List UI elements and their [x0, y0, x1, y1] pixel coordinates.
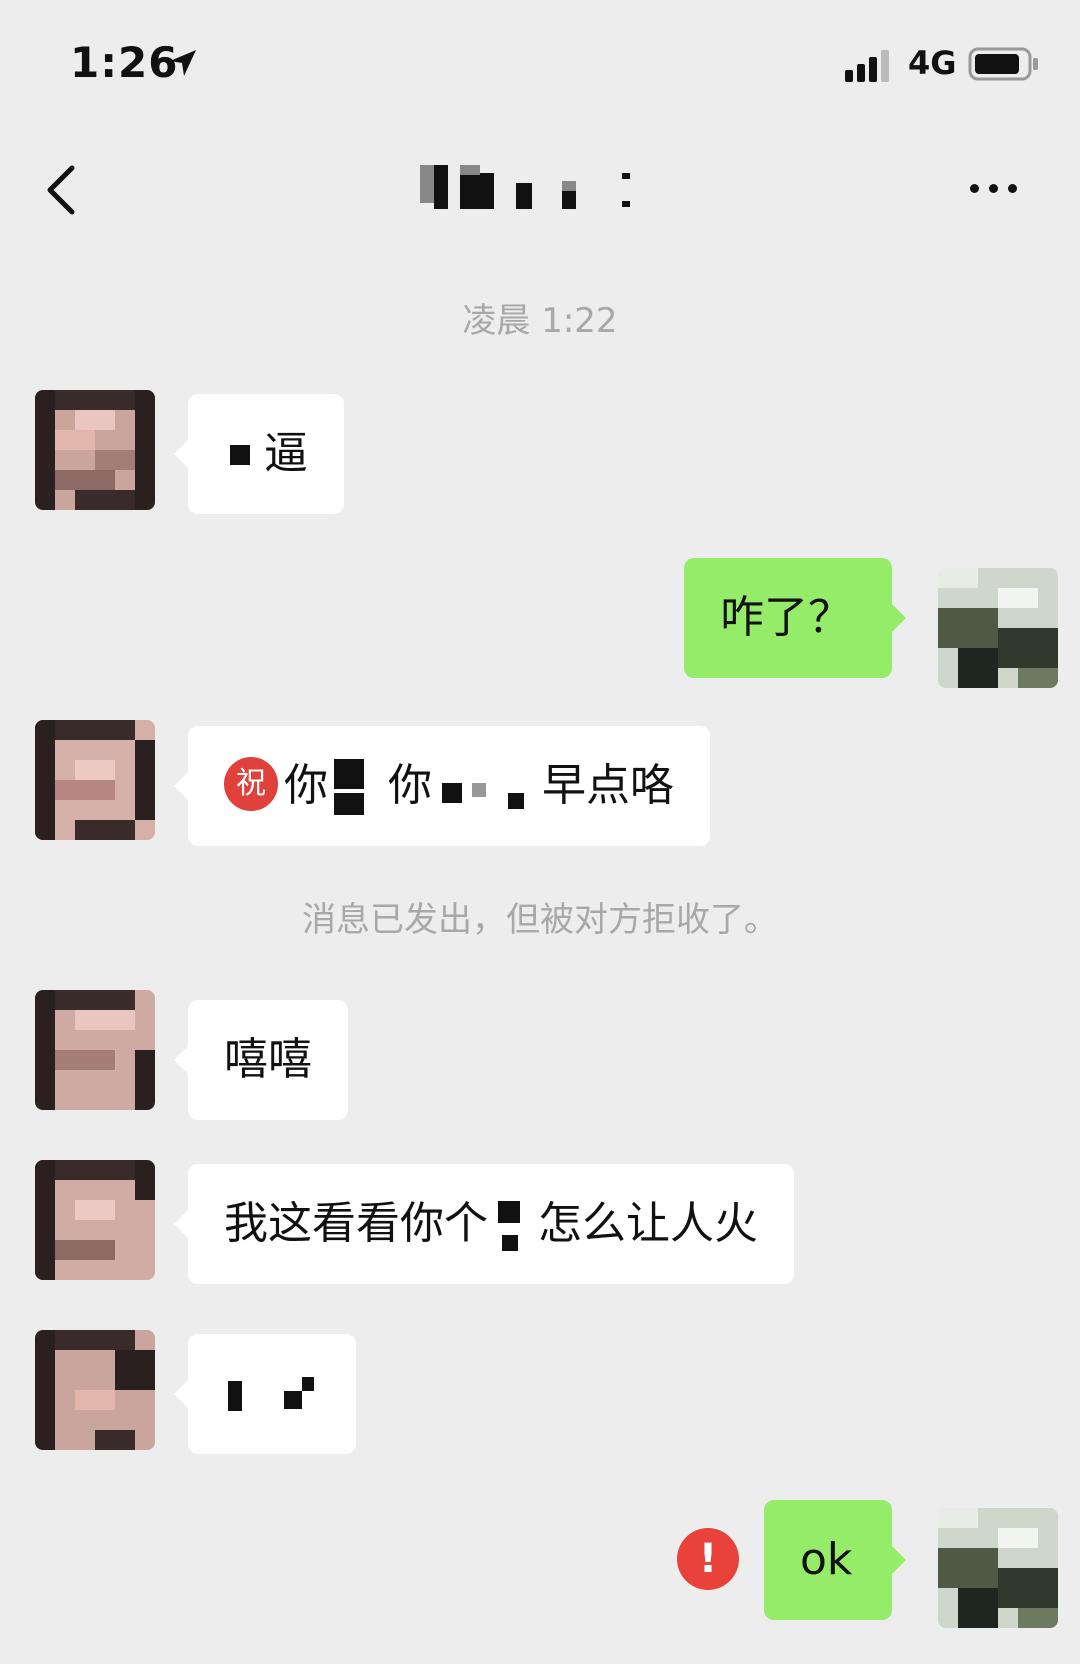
- signal-icon: [845, 50, 889, 82]
- received-message-bubble[interactable]: 我这看看你个 怎么让人火: [174, 1164, 794, 1284]
- redacted-text: [488, 1191, 538, 1261]
- more-options-icon[interactable]: [970, 178, 1040, 202]
- send-failed-icon[interactable]: !: [677, 1528, 739, 1590]
- contact-avatar[interactable]: [35, 390, 155, 510]
- contact-avatar[interactable]: [35, 720, 155, 840]
- message-text: 怎么让人火: [538, 1198, 758, 1249]
- chat-title: [420, 165, 680, 225]
- redacted-text: [328, 753, 388, 823]
- contact-avatar[interactable]: [35, 1330, 155, 1450]
- chat-timestamp: 凌晨 1:22: [462, 301, 618, 341]
- status-time: 1:26: [70, 38, 179, 87]
- received-message-bubble[interactable]: 祝你你早点咯: [174, 726, 710, 846]
- redacted-text: [224, 1361, 314, 1431]
- status-bar: 1:26 4G: [0, 0, 1080, 130]
- message-text: 早点咯: [542, 760, 674, 811]
- received-message-bubble[interactable]: 嘻嘻: [174, 1000, 348, 1120]
- message-text: 我这看看你个: [224, 1198, 488, 1249]
- received-message-bubble[interactable]: [174, 1334, 356, 1454]
- message-text: 逼: [264, 428, 308, 479]
- redacted-text: [432, 753, 542, 823]
- location-arrow-icon: [170, 50, 196, 76]
- network-label: 4G: [908, 44, 957, 82]
- back-chevron-icon[interactable]: [40, 160, 90, 220]
- redacted-text: [224, 421, 264, 491]
- message-text: 嘻嘻: [224, 1034, 312, 1085]
- contact-avatar[interactable]: [35, 1160, 155, 1280]
- sent-message-bubble[interactable]: ok: [764, 1500, 906, 1620]
- message-text: 你: [284, 760, 328, 811]
- received-message-bubble[interactable]: 逼: [174, 394, 344, 514]
- message-text: ok: [800, 1534, 853, 1585]
- battery-icon: [968, 47, 1038, 81]
- system-notice: 消息已发出，但被对方拒收了。: [302, 900, 778, 940]
- nav-bar: [0, 130, 1080, 250]
- message-text: 你: [388, 760, 432, 811]
- my-avatar[interactable]: [938, 568, 1058, 688]
- contact-avatar[interactable]: [35, 990, 155, 1110]
- my-avatar[interactable]: [938, 1508, 1058, 1628]
- sent-message-bubble[interactable]: 咋了？: [684, 558, 906, 678]
- bless-badge-icon: 祝: [224, 757, 278, 811]
- message-text: 咋了？: [720, 592, 852, 643]
